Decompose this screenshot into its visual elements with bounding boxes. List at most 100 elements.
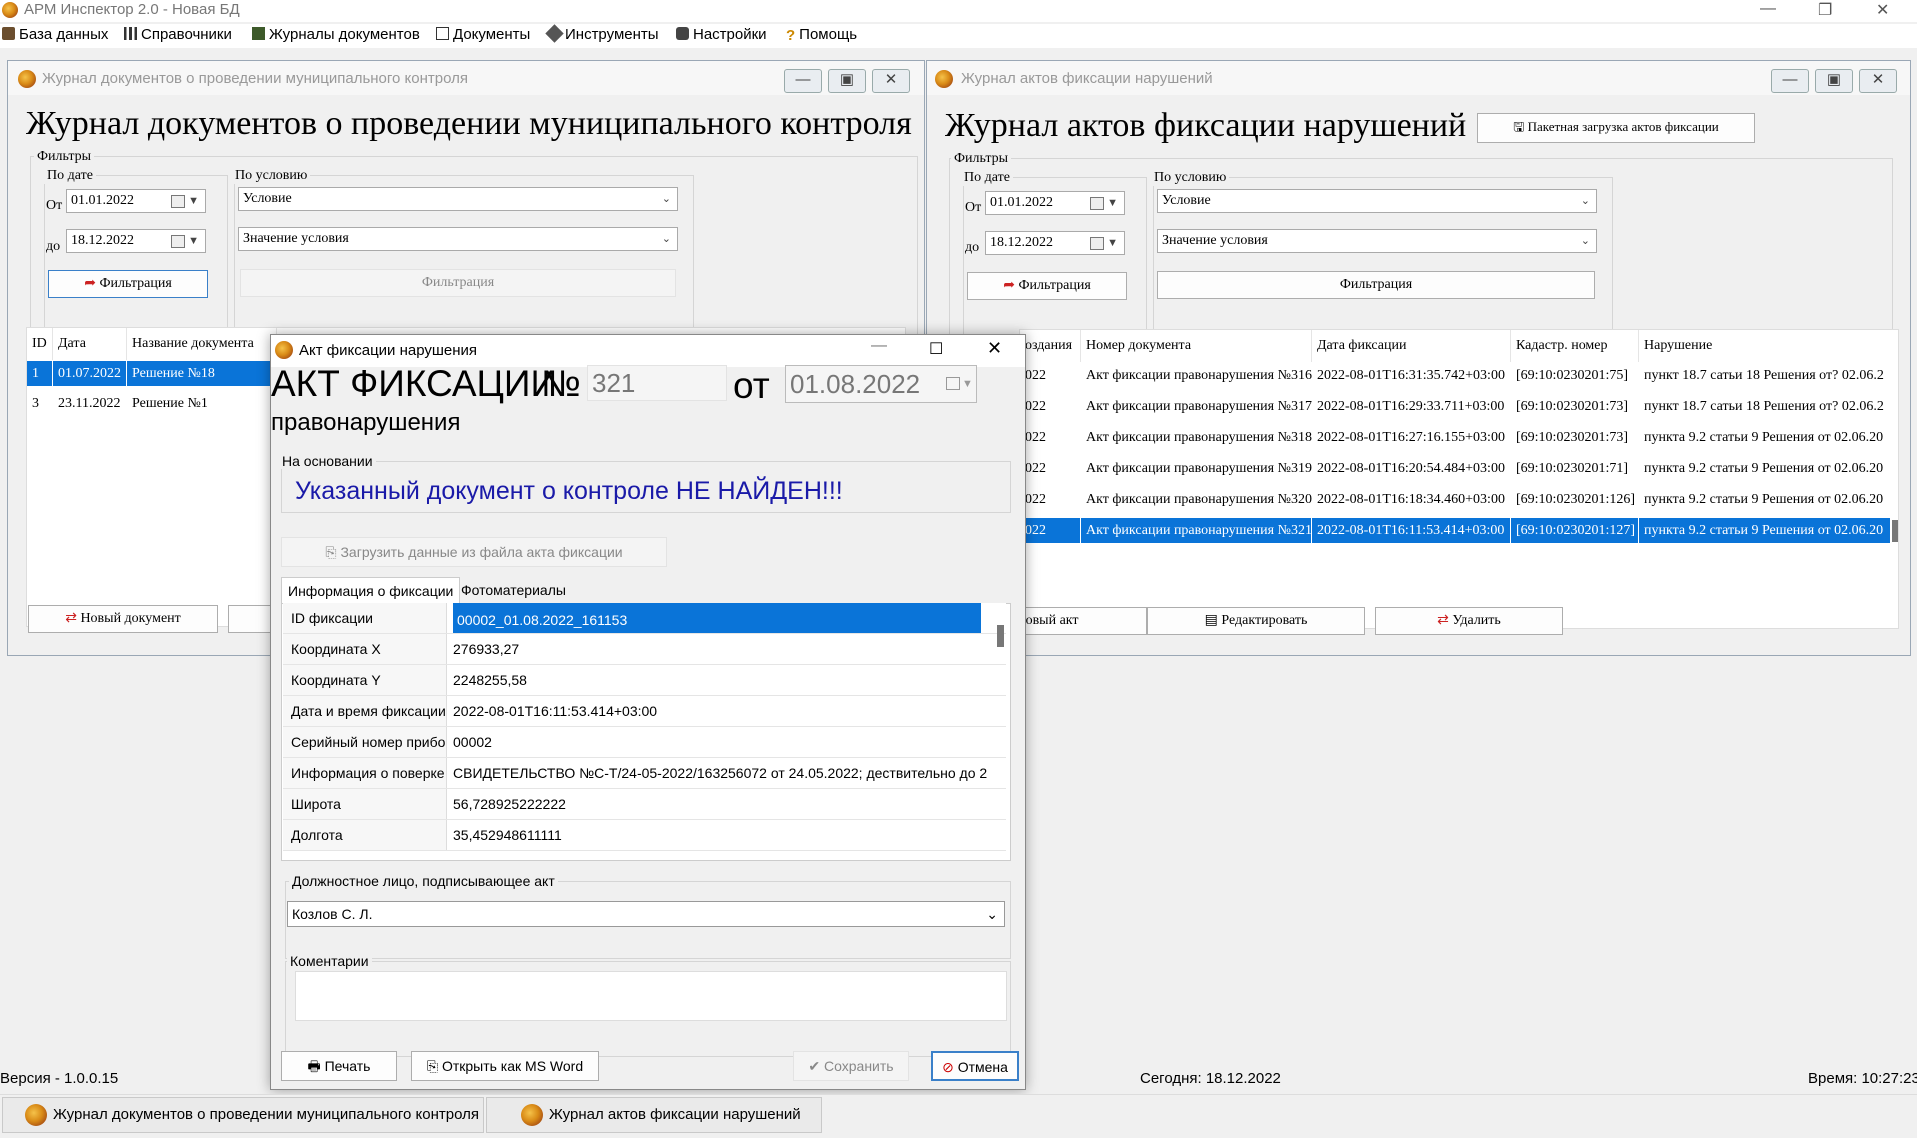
page-title: Журнал документов о проведении муниципал… [26,105,912,142]
condition-select[interactable]: Условие ⌄ [1157,189,1597,213]
edit-act-button[interactable]: ▤ Редактировать [1147,607,1365,635]
batch-upload-button[interactable]: 🖫 Пакетная загрузка актов фиксации [1477,113,1755,143]
act-date-picker[interactable]: 01.08.2022 ▼ [785,365,977,403]
condition-filter-button[interactable]: Фильтрация [240,269,676,297]
window-caption: Журнал документов о проведении муниципал… [8,61,924,95]
filter-icon: ➦ [84,276,96,291]
window-maximize-button[interactable]: ▣ [828,69,866,93]
column-header[interactable]: ID [27,328,53,360]
date-filter-button[interactable]: ➦ Фильтрация [48,270,208,298]
window-minimize-button[interactable]: — [784,69,822,93]
to-date-picker[interactable]: 18.12.2022 ▼ [66,229,206,253]
new-icon: ⇄ [65,611,77,626]
date-filter-button[interactable]: ➦ Фильтрация [967,272,1127,300]
window-emblem-icon [25,1104,47,1127]
property-row[interactable]: Информация о поверке СВИДЕТЕЛЬСТВО №С-Т/2… [283,758,1006,789]
column-header[interactable]: Нарушение [1639,330,1898,362]
menu-help[interactable]: ? Помощь [786,26,857,44]
save-button[interactable]: ✔ Сохранить [793,1051,909,1081]
to-label: до [46,239,61,254]
column-header[interactable]: Дата фиксации [1312,330,1511,362]
chevron-down-icon: ⌄ [1580,195,1590,207]
condition-filter-button[interactable]: Фильтрация [1157,271,1595,299]
check-icon: ✔ [808,1058,821,1074]
upload-icon: 🖫 [1513,119,1525,134]
dialog-maximize-button[interactable]: ☐ [929,339,943,359]
load-from-file-button[interactable]: ⎘ Загрузить данные из файла акта фиксаци… [281,537,667,567]
window-emblem-icon [18,70,36,88]
condition-value-select[interactable]: Значение условия ⌄ [1157,229,1597,253]
help-icon: ? [786,27,796,44]
from-label: От [46,198,63,213]
delete-act-button[interactable]: ⇄ Удалить [1375,607,1563,635]
menu-documents[interactable]: Документы [436,26,530,43]
act-heading: АКТ ФИКСАЦИИ [271,363,558,404]
settings-icon [676,27,689,40]
property-row[interactable]: Долгота 35,452948611111 [283,820,1006,851]
journal-icon [252,27,265,40]
from-word: от [733,365,770,406]
column-header[interactable]: Кадастр. номер [1511,330,1639,362]
official-select[interactable]: Козлов С. Л. ⌄ [287,901,1005,927]
column-header[interactable]: Дата [53,328,127,360]
properties-scrollbar[interactable] [997,625,1004,647]
from-date-picker[interactable]: 01.01.2022 ▼ [66,189,206,213]
printer-icon: 🖶 [307,1058,321,1074]
open-word-button[interactable]: ⎘ Открыть как MS Word [411,1051,599,1081]
dialog-close-button[interactable]: ✕ [987,338,1002,359]
page-title: Журнал актов фиксации нарушений [945,107,1467,144]
from-date-picker[interactable]: 01.01.2022 ▼ [985,191,1125,215]
tab-photos[interactable]: Фотоматериалы [455,577,572,603]
window-minimize-button[interactable]: — [1771,69,1809,93]
window-caption: Журнал актов фиксации нарушений — ▣ ✕ [927,61,1910,95]
dialog-minimize-button[interactable]: — [871,337,887,355]
to-date-picker[interactable]: 18.12.2022 ▼ [985,231,1125,255]
task-journal-control[interactable]: Журнал документов о проведении муниципал… [2,1097,484,1133]
property-row[interactable]: ID фиксации 00002_01.08.2022_161153 [283,603,1006,634]
cancel-icon: ⊘ [942,1059,954,1075]
property-row[interactable]: Дата и время фиксации 2022-08-01T16:11:53… [283,696,1006,727]
close-button[interactable]: ✕ [1876,0,1889,20]
property-row[interactable]: Координата Y 2248255,58 [283,665,1006,696]
menu-references[interactable]: Справочники [124,26,232,43]
minimize-button[interactable]: — [1760,0,1776,18]
menu-database[interactable]: База данных [2,26,108,43]
property-row[interactable]: Координата X 276933,27 [283,634,1006,665]
new-document-button[interactable]: ⇄ Новый документ [28,605,218,633]
menu-journals[interactable]: Журналы документов [252,26,420,43]
table-scrollbar[interactable] [1892,520,1898,542]
cancel-button[interactable]: ⊘ Отмена [931,1051,1019,1081]
print-button[interactable]: 🖶 Печать [281,1051,397,1081]
by-date-label: По дате [44,168,96,184]
window-emblem-icon [521,1104,543,1127]
column-header[interactable]: Номер документа [1081,330,1312,362]
property-row[interactable]: Серийный номер прибо 00002 [283,727,1006,758]
journal-acts-window: Журнал актов фиксации нарушений — ▣ ✕ Жу… [926,60,1911,656]
window-maximize-button[interactable]: ▣ [1815,69,1853,93]
official-label: Должностное лицо, подписывающее акт [289,873,558,889]
menu-tools[interactable]: Инструменты [545,24,659,43]
number-sign: № [541,363,581,404]
chevron-down-icon: ▼ [962,378,973,390]
act-number-input[interactable]: 321 [587,365,727,401]
property-row[interactable]: Широта 56,728925222222 [283,789,1006,820]
window-close-button[interactable]: ✕ [872,69,910,93]
tools-icon [545,24,564,43]
comments-textarea[interactable] [295,971,1007,1021]
column-header[interactable]: Название документа [127,328,277,360]
time-label: Время: 10:27:23 [1808,1070,1917,1087]
chevron-down-icon: ⌄ [986,906,998,922]
condition-select[interactable]: Условие ⌄ [238,187,678,211]
condition-value-select[interactable]: Значение условия ⌄ [238,227,678,251]
maximize-button[interactable]: ❐ [1818,0,1832,20]
basis-label: На основании [279,453,376,469]
column-header[interactable]: оздания [1020,330,1081,362]
by-condition-label: По условию [1151,170,1230,186]
tab-fixation-info[interactable]: Информация о фиксации [281,577,461,604]
menu-settings[interactable]: Настройки [676,26,767,43]
filters-label: Фильтры [951,151,1012,167]
task-journal-acts[interactable]: Журнал актов фиксации нарушений [486,1097,822,1133]
load-icon: ⎘ [325,544,337,560]
calendar-icon [946,377,960,390]
window-close-button[interactable]: ✕ [1859,69,1897,93]
